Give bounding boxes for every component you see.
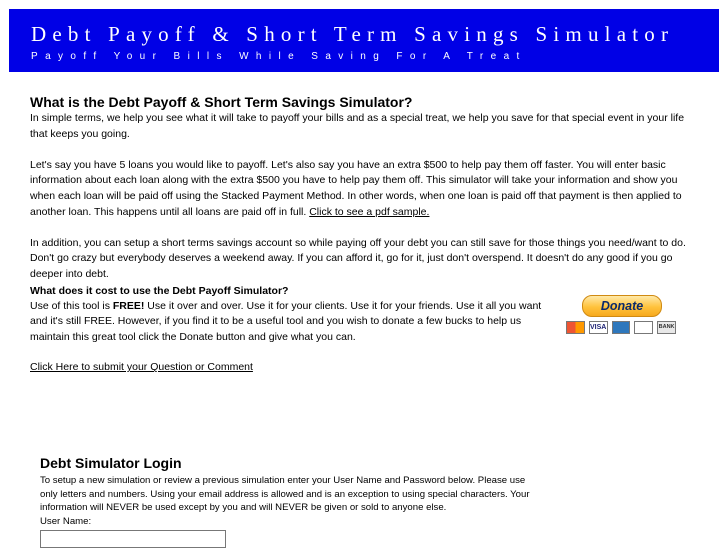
discover-icon — [634, 320, 654, 334]
site-subtitle: Payoff Your Bills While Saving For A Tre… — [31, 51, 527, 62]
intro-heading: What is the Debt Payoff & Short Term Sav… — [30, 94, 413, 110]
submit-question-link[interactable]: Click Here to submit your Question or Co… — [30, 361, 253, 373]
amex-icon — [611, 320, 631, 334]
main-content: What is the Debt Payoff & Short Term Sav… — [30, 94, 692, 373]
intro-paragraph-3: In addition, you can setup a short terms… — [30, 236, 686, 280]
login-section: Debt Simulator Login To setup a new simu… — [40, 455, 530, 548]
free-text: FREE! — [112, 299, 145, 312]
cost-text: Use of this tool is FREE! Use it over an… — [30, 299, 542, 343]
intro-paragraph-1: In simple terms, we help you see what it… — [30, 112, 685, 140]
pdf-sample-link[interactable]: Click to see a pdf sample. — [309, 206, 429, 218]
payment-cards: VISA BANK — [566, 320, 676, 334]
mastercard-icon — [566, 320, 585, 334]
site-title: Debt Payoff & Short Term Savings Simulat… — [31, 22, 675, 46]
donate-block: Donate VISA BANK — [566, 294, 676, 334]
bank-icon: BANK — [657, 320, 676, 334]
visa-icon: VISA — [588, 320, 608, 334]
login-heading: Debt Simulator Login — [40, 455, 182, 471]
username-label: User Name: — [40, 515, 92, 527]
donate-button[interactable]: Donate — [582, 294, 662, 317]
login-instructions: To setup a new simulation or review a pr… — [40, 475, 530, 513]
cost-section: Use of this tool is FREE! Use it over an… — [30, 294, 692, 346]
site-header: Debt Payoff & Short Term Savings Simulat… — [9, 9, 719, 72]
intro-paragraph-2: Let's say you have 5 loans you would lik… — [30, 158, 692, 220]
